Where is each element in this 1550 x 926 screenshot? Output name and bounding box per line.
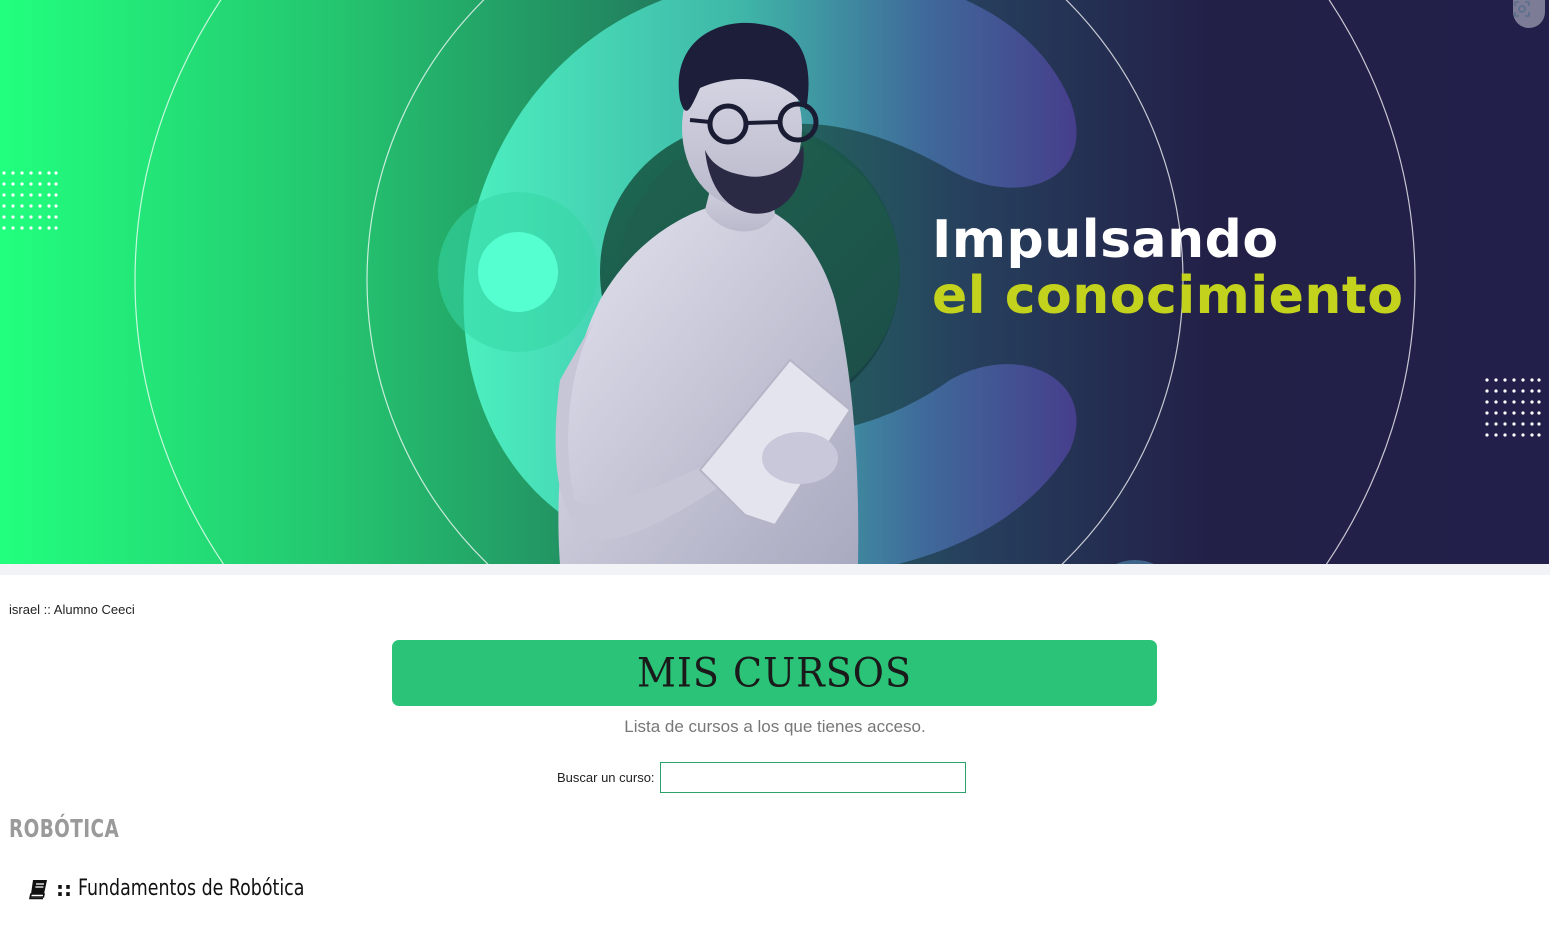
course-link[interactable]: :: Fundamentos de Robótica <box>28 876 335 901</box>
category-title: ROBÓTICA <box>9 814 120 843</box>
hero-banner: Impulsando el conocimiento <box>0 0 1549 564</box>
courses-title-bar: MIS CURSOS <box>392 640 1157 706</box>
hero-headline-line2: el conocimiento <box>932 266 1404 326</box>
book-icon <box>28 878 50 900</box>
search-label: Buscar un curso: <box>557 770 655 785</box>
page-title: MIS CURSOS <box>637 649 912 697</box>
user-identity: israel :: Alumno Ceeci <box>9 602 135 617</box>
page-subtitle: Lista de cursos a los que tienes acceso. <box>624 717 926 736</box>
hero-headline-line1: Impulsando <box>932 210 1279 270</box>
hero-divider <box>0 564 1550 575</box>
course-search-input[interactable] <box>659 762 966 793</box>
course-name: Fundamentos de Robótica <box>78 876 305 901</box>
course-separator: :: <box>56 876 72 901</box>
course-search: Buscar un curso: <box>557 762 966 793</box>
hero-headline: Impulsando el conocimiento <box>932 214 1404 322</box>
